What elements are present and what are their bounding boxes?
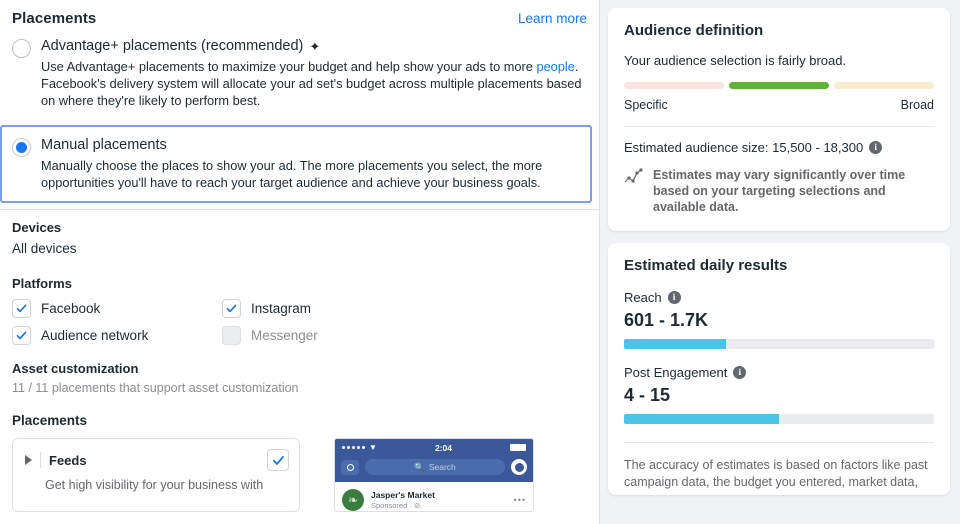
post-sponsored-label: Sponsored · ⊘ <box>371 501 421 510</box>
placements-panel: Placements Learn more Advantage+ placeme… <box>0 0 600 524</box>
phone-post-header: ❧ Jasper's Market Sponsored · ⊘ ••• <box>335 482 533 511</box>
phone-status-bar: ▼ 2:04 <box>335 439 533 456</box>
metric-bar-reach <box>624 339 934 349</box>
card-title: Estimated daily results <box>624 257 788 274</box>
asset-customization-sub: 11 / 11 placements that support asset cu… <box>12 381 299 395</box>
audience-gauge[interactable] <box>624 82 934 89</box>
audience-subtitle: Your audience selection is fairly broad. <box>624 53 847 68</box>
estimated-daily-results-card: Estimated daily results Reach i 601 - 1.… <box>608 243 950 495</box>
checkbox-row-messenger: Messenger <box>222 326 432 345</box>
audience-definition-card: Audience definition Your audience select… <box>608 8 950 231</box>
wifi-icon: ▼ <box>369 443 377 452</box>
checkbox-facebook[interactable] <box>12 299 31 318</box>
checkbox-messenger <box>222 326 241 345</box>
desc-text-before: Use Advantage+ placements to maximize yo… <box>41 59 537 74</box>
metric-value-reach: 601 - 1.7K <box>624 310 709 330</box>
trend-chart-icon <box>624 168 643 183</box>
platforms-label: Platforms <box>12 276 72 291</box>
radio-manual-placements[interactable] <box>12 138 31 157</box>
phone-time: 2:04 <box>434 442 452 453</box>
gauge-segment-specific <box>624 82 724 89</box>
asset-customization-label: Asset customization <box>12 361 139 376</box>
placement-card-feeds[interactable]: Feeds Get high visibility for your busin… <box>12 438 300 512</box>
placement-name: Feeds <box>49 452 87 468</box>
page-title: Placements <box>12 10 97 27</box>
option-label: Manual placements <box>41 137 167 153</box>
people-link[interactable]: people <box>536 59 574 74</box>
metric-value-post-engagement: 4 - 15 <box>624 385 671 405</box>
option-description: Manually choose the places to show your … <box>41 158 543 190</box>
accuracy-note: The accuracy of estimates is based on fa… <box>624 458 928 489</box>
gauge-label-specific: Specific <box>624 98 668 112</box>
more-options-icon: ••• <box>513 495 526 505</box>
option-title: Advantage+ placements (recommended) ✦ <box>41 37 587 56</box>
checkbox-label: Audience network <box>41 328 149 343</box>
placements-preview-area: Feeds Get high visibility for your busin… <box>0 428 599 512</box>
option-advantage-plus-placements[interactable]: Advantage+ placements (recommended) ✦ Us… <box>0 27 599 121</box>
note-text: Estimates may vary significantly over ti… <box>653 168 906 214</box>
avatar: ❧ <box>342 489 364 511</box>
battery-icon <box>510 444 526 451</box>
metric-name: Post Engagement <box>624 365 728 380</box>
checkbox-row-audience-network[interactable]: Audience network <box>12 326 222 345</box>
metric-bar-post-engagement <box>624 414 934 424</box>
checkbox-feeds[interactable] <box>267 449 289 471</box>
checkbox-label: Instagram <box>251 301 312 316</box>
search-placeholder: Search <box>428 462 456 472</box>
option-title: Manual placements <box>41 136 580 155</box>
metric-label-reach: Reach i <box>624 290 934 305</box>
checkbox-audience-network[interactable] <box>12 326 31 345</box>
phone-search-field: 🔍 Search <box>365 459 505 475</box>
checkbox-row-facebook[interactable]: Facebook <box>12 299 222 318</box>
metric-name: Reach <box>624 290 662 305</box>
platforms-grid: Facebook Instagram Audience network Mess… <box>0 291 599 345</box>
estimates-note: Estimates may vary significantly over ti… <box>624 167 934 231</box>
signal-icon: ▼ <box>342 443 377 452</box>
info-icon[interactable]: i <box>667 291 681 304</box>
checkbox-label: Facebook <box>41 301 101 316</box>
gauge-segment-active <box>729 82 829 89</box>
phone-search-bar: 🔍 Search <box>335 456 533 482</box>
option-description: Use Advantage+ placements to maximize yo… <box>41 58 587 109</box>
search-icon: 🔍 <box>414 461 425 472</box>
checkbox-label: Messenger <box>251 328 318 343</box>
estimate-text: Estimated audience size: 15,500 - 18,300 <box>624 140 864 155</box>
option-label: Advantage+ placements (recommended) <box>41 38 304 54</box>
gauge-segment-broad <box>834 82 934 89</box>
checkbox-row-instagram[interactable]: Instagram <box>222 299 432 318</box>
checkbox-instagram[interactable] <box>222 299 241 318</box>
card-title: Audience definition <box>624 22 764 39</box>
placements-list-label: Placements <box>12 413 88 428</box>
devices-label: Devices <box>12 220 62 235</box>
devices-value[interactable]: All devices <box>0 235 599 256</box>
option-manual-placements[interactable]: Manual placements Manually choose the pl… <box>0 125 592 203</box>
metric-label-post-engagement: Post Engagement i <box>624 365 934 380</box>
learn-more-link[interactable]: Learn more <box>518 11 587 26</box>
messenger-icon <box>511 459 527 475</box>
radio-advantage-plus[interactable] <box>12 39 31 58</box>
divider <box>624 442 934 443</box>
camera-icon <box>341 459 359 475</box>
post-brand-name: Jasper's Market <box>371 490 435 500</box>
sparkle-icon: ✦ <box>309 39 321 54</box>
panel-header: Placements Learn more <box>0 0 599 27</box>
estimated-audience-size: Estimated audience size: 15,500 - 18,300… <box>624 140 934 155</box>
divider <box>40 452 41 468</box>
estimates-sidebar: Audience definition Your audience select… <box>600 0 960 524</box>
phone-preview: ▼ 2:04 🔍 Search ❧ Jasper's Market Sponso… <box>326 438 542 512</box>
info-icon[interactable]: i <box>733 366 747 379</box>
placements-screen: Placements Learn more Advantage+ placeme… <box>0 0 960 524</box>
chevron-right-icon[interactable] <box>25 455 32 465</box>
placement-description: Get high visibility for your business wi… <box>45 478 264 492</box>
gauge-label-broad: Broad <box>900 98 934 112</box>
info-icon[interactable]: i <box>869 141 883 154</box>
divider <box>624 126 934 127</box>
